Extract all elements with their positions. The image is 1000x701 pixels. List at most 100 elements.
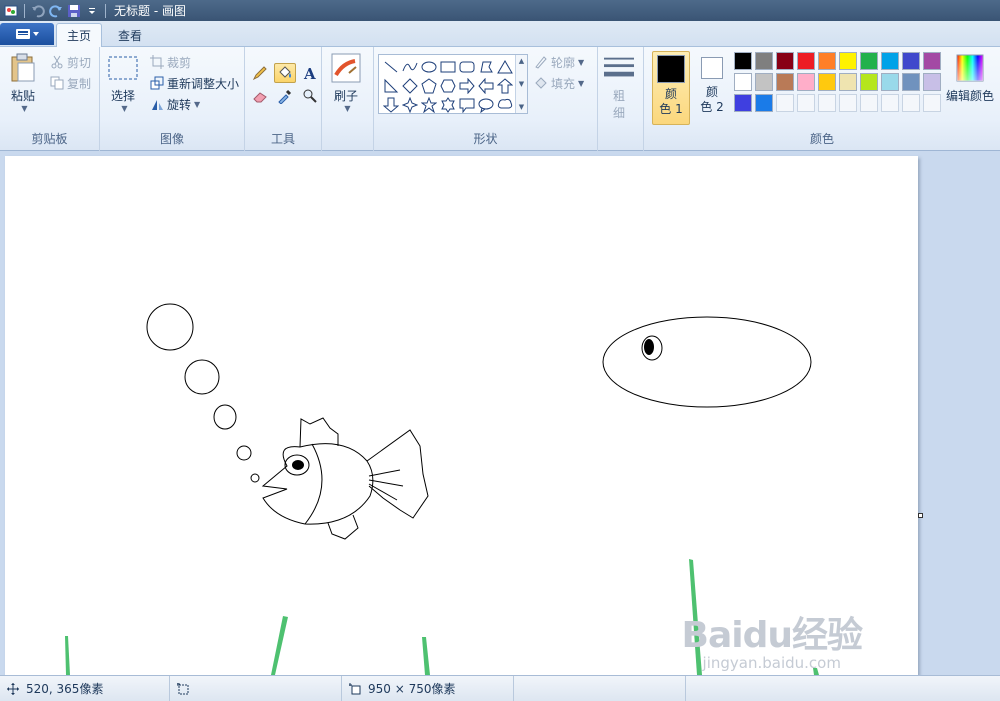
select-icon [108,53,138,83]
palette-empty-swatch[interactable] [923,94,941,112]
select-dropdown-icon[interactable]: ▼ [121,104,127,113]
scroll-down-icon[interactable]: ▼ [519,80,524,88]
resize-button[interactable]: 重新调整大小 [150,74,239,92]
outline-icon [534,55,548,69]
five-point-star-shape-icon[interactable] [419,95,438,114]
palette-color-swatch[interactable] [839,52,857,70]
canvas-size-cell: 950 × 750像素 [342,675,514,701]
rectangular-callout-shape-icon[interactable] [457,95,476,114]
palette-color-swatch[interactable] [902,73,920,91]
palette-empty-swatch[interactable] [902,94,920,112]
palette-color-swatch[interactable] [860,52,878,70]
palette-color-swatch[interactable] [734,73,752,91]
palette-empty-swatch[interactable] [839,94,857,112]
brushes-dropdown-icon[interactable]: ▼ [344,104,350,113]
color-1-label-top: 颜 [664,87,677,101]
four-point-star-shape-icon[interactable] [400,95,419,114]
triangle-shape-icon[interactable] [495,57,514,76]
color-1-button[interactable]: 颜 色 1 [652,51,690,125]
rounded-rectangle-shape-icon[interactable] [457,57,476,76]
size-button[interactable]: 粗 细 [604,53,634,121]
palette-color-swatch[interactable] [839,73,857,91]
watermark-main: Baidu经验 [681,615,863,656]
rotate-button[interactable]: 旋转 ▼ [150,95,200,113]
down-arrow-shape-icon[interactable] [381,95,400,114]
six-point-star-shape-icon[interactable] [438,95,457,114]
eraser-tool[interactable] [249,86,271,106]
curve-shape-icon[interactable] [400,57,419,76]
palette-color-swatch[interactable] [881,52,899,70]
palette-color-swatch[interactable] [818,73,836,91]
palette-color-swatch[interactable] [923,73,941,91]
palette-color-swatch[interactable] [755,73,773,91]
palette-color-swatch[interactable] [797,73,815,91]
tab-view[interactable]: 查看 [108,23,152,47]
redo-icon[interactable] [47,2,65,20]
oval-callout-shape-icon[interactable] [476,95,495,114]
palette-empty-swatch[interactable] [860,94,878,112]
paint-app-icon[interactable] [2,2,20,20]
palette-color-swatch[interactable] [860,73,878,91]
paste-label: 粘贴 [10,89,35,103]
right-arrow-shape-icon[interactable] [457,76,476,95]
color-picker-tool[interactable] [274,86,296,106]
rectangle-shape-icon[interactable] [438,57,457,76]
palette-color-swatch[interactable] [734,94,752,112]
paint-menu-button[interactable] [0,23,54,45]
line-shape-icon[interactable] [381,57,400,76]
color-2-button[interactable]: 颜 色 2 [693,51,731,125]
gallery-expand-icon[interactable]: ▼ [519,103,524,111]
fill-bucket-tool[interactable] [274,63,296,83]
rotate-dropdown-icon[interactable]: ▼ [194,100,200,109]
palette-empty-swatch[interactable] [797,94,815,112]
save-icon[interactable] [65,2,83,20]
polygon-shape-icon[interactable] [476,57,495,76]
canvas-resize-handle[interactable] [918,513,923,518]
customize-toolbar-icon[interactable] [83,2,101,20]
color-1-swatch [657,55,685,83]
oval-shape-icon[interactable] [419,57,438,76]
right-triangle-shape-icon[interactable] [381,76,400,95]
crop-button[interactable]: 裁剪 [150,53,191,71]
outline-button[interactable]: 轮廓 ▼ [534,53,584,71]
palette-color-swatch[interactable] [923,52,941,70]
palette-color-swatch[interactable] [755,52,773,70]
palette-color-swatch[interactable] [755,94,773,112]
pentagon-shape-icon[interactable] [419,76,438,95]
up-arrow-shape-icon[interactable] [495,76,514,95]
palette-color-swatch[interactable] [902,52,920,70]
fill-button[interactable]: 填充 ▼ [534,74,584,92]
palette-color-swatch[interactable] [776,73,794,91]
drawing-canvas[interactable]: Baidu经验 jingyan.baidu.com [5,156,918,675]
brushes-button[interactable]: 刷子 ▼ [331,53,361,113]
palette-color-swatch[interactable] [881,73,899,91]
palette-empty-swatch[interactable] [881,94,899,112]
text-tool[interactable]: A [299,63,321,83]
undo-icon[interactable] [29,2,47,20]
left-arrow-shape-icon[interactable] [476,76,495,95]
resize-label: 重新调整大小 [167,76,240,91]
cut-button[interactable]: 剪切 [50,53,91,71]
paste-dropdown-icon[interactable]: ▼ [21,104,27,113]
palette-empty-swatch[interactable] [776,94,794,112]
hexagon-shape-icon[interactable] [438,76,457,95]
cloud-callout-shape-icon[interactable] [495,95,514,114]
tab-home[interactable]: 主页 [56,23,103,47]
palette-color-swatch[interactable] [797,52,815,70]
shapes-group-label: 形状 [473,132,498,146]
copy-button[interactable]: 复制 [50,74,91,92]
palette-empty-swatch[interactable] [818,94,836,112]
paste-button[interactable]: 粘贴 ▼ [8,53,38,113]
pencil-tool[interactable] [249,63,271,83]
edit-colors-button[interactable]: 编辑颜色 [946,53,994,104]
palette-color-swatch[interactable] [818,52,836,70]
palette-color-swatch[interactable] [776,52,794,70]
select-button[interactable]: 选择 ▼ [108,53,138,113]
shapes-gallery-scrollbar[interactable]: ▲ ▼ ▼ [515,55,527,113]
cursor-position-cell: 520, 365像素 [0,675,170,701]
color-2-label-top: 颜 [705,85,718,99]
scroll-up-icon[interactable]: ▲ [519,57,524,65]
magnifier-tool[interactable] [299,86,321,106]
palette-color-swatch[interactable] [734,52,752,70]
diamond-shape-icon[interactable] [400,76,419,95]
